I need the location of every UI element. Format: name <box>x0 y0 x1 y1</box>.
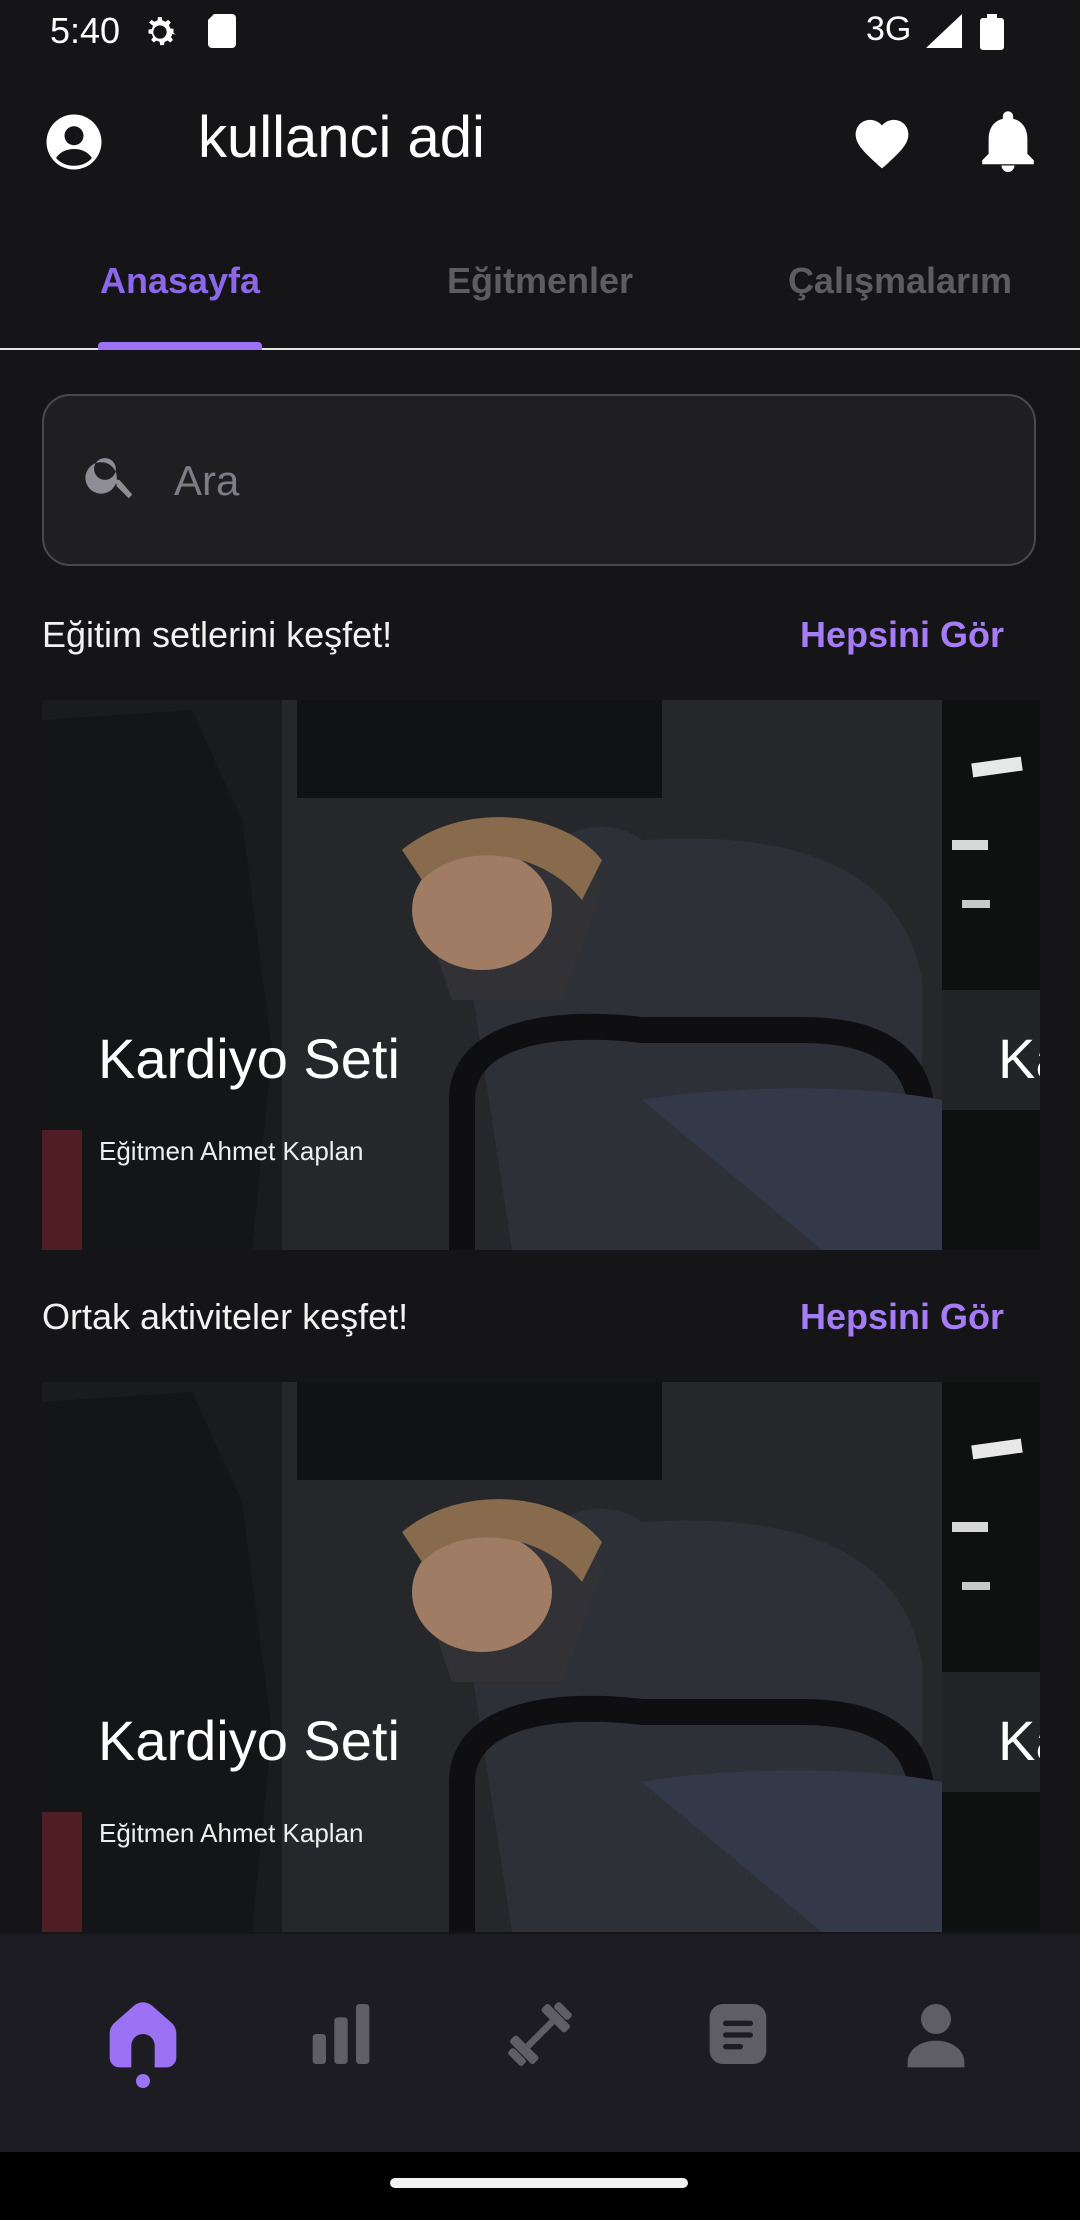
home-gesture-handle[interactable] <box>390 2178 688 2188</box>
bell-icon[interactable] <box>982 110 1034 177</box>
card-title: Kardiyo Seti <box>98 1027 400 1090</box>
tab-active-indicator <box>98 342 262 350</box>
training-set-card[interactable]: Kardiyo Seti Eğitmen Ahmet Kaplan <box>42 700 942 1250</box>
search-input[interactable] <box>172 440 996 522</box>
status-bar: 5:40 3G <box>0 0 1080 66</box>
see-all-activities-link[interactable]: Hepsini Gör <box>800 1296 1004 1338</box>
account-icon[interactable] <box>44 112 104 177</box>
card-photo <box>942 1382 1040 1932</box>
training-set-card-next[interactable]: Ka <box>942 700 1040 1250</box>
top-app-bar <box>0 70 1080 220</box>
section-title-activities: Ortak aktiviteler keşfet! <box>42 1296 409 1337</box>
search-icon <box>82 446 140 509</box>
card-trainer: Eğitmen Ahmet Kaplan <box>99 1818 364 1848</box>
username-label: kullanci adi <box>198 105 485 170</box>
tab-home[interactable]: Anasayfa <box>60 260 300 302</box>
card-title: Kardiyo Seti <box>98 1709 400 1772</box>
active-nav-indicator <box>136 2074 150 2088</box>
heart-icon[interactable] <box>850 112 914 175</box>
card-title: Ka <box>998 1027 1040 1090</box>
status-time: 5:40 <box>50 10 121 51</box>
signal-icon <box>926 14 962 53</box>
card-photo <box>942 700 1040 1250</box>
notes-icon[interactable] <box>698 1994 778 2074</box>
activity-card[interactable]: Kardiyo Seti Eğitmen Ahmet Kaplan <box>42 1382 942 1934</box>
home-icon[interactable] <box>103 1994 183 2074</box>
tab-my-workouts[interactable]: Çalışmalarım <box>760 260 1040 302</box>
card-photo <box>42 700 942 1250</box>
bar-chart-icon[interactable] <box>301 1994 381 2074</box>
tab-trainers[interactable]: Eğitmenler <box>420 260 660 302</box>
network-type: 3G <box>866 10 912 48</box>
settings-status-icon <box>140 12 180 57</box>
activity-card-next[interactable]: Ka <box>942 1382 1040 1934</box>
section-title-training-sets: Eğitim setlerini keşfet! <box>42 614 393 655</box>
card-photo <box>42 1382 942 1932</box>
card-trainer: Eğitmen Ahmet Kaplan <box>99 1136 364 1166</box>
dumbbell-icon[interactable] <box>500 1994 580 2074</box>
card-title: Ka <box>998 1709 1040 1772</box>
search-box[interactable] <box>42 394 1036 566</box>
person-icon[interactable] <box>896 1994 976 2074</box>
sd-card-icon <box>208 14 236 53</box>
see-all-training-sets-link[interactable]: Hepsini Gör <box>800 614 1004 656</box>
battery-icon <box>980 14 1004 55</box>
